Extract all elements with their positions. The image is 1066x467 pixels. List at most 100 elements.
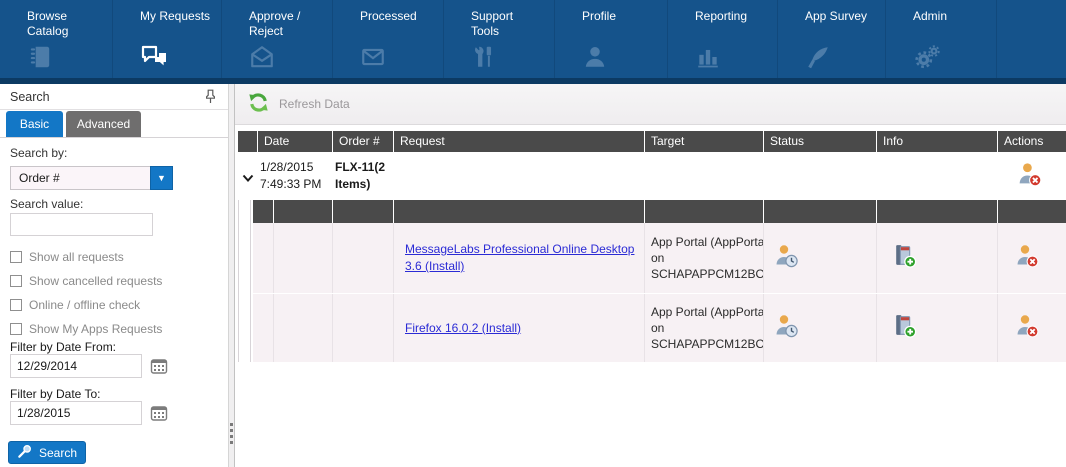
user-pending-icon: [774, 243, 800, 274]
request-link[interactable]: Firefox 16.0.2 (Install): [405, 320, 521, 337]
info-cell: [877, 223, 997, 293]
checkbox-show-cancelled-requests: Show cancelled requests: [10, 274, 222, 290]
search-by-select[interactable]: Order #: [10, 166, 151, 190]
status-cell: [764, 223, 876, 293]
catalog-book-icon: [27, 44, 55, 70]
person-icon: [582, 44, 610, 70]
search-panel-title: Search: [0, 84, 228, 110]
checkbox-show-my-apps-requests: Show My Apps Requests: [10, 322, 222, 338]
search-value-input[interactable]: [10, 213, 153, 236]
target-cell: App Portal (AppPortal) on SCHAPAPPCM12BO…: [645, 294, 763, 362]
order-date: 1/28/2015 7:49:33 PM: [260, 159, 321, 193]
th-date[interactable]: Date: [258, 131, 332, 152]
status-cell: [764, 294, 876, 362]
actions-cell: [998, 294, 1066, 362]
date-to-input[interactable]: [10, 401, 142, 425]
nav-item-label: Approve / Reject: [222, 0, 332, 39]
nav-item-browse-catalog[interactable]: Browse Catalog: [0, 0, 113, 78]
pin-panel-icon[interactable]: [205, 89, 216, 109]
open-envelope-icon: [249, 44, 277, 70]
request-link[interactable]: MessageLabs Professional Online Desktop …: [405, 241, 636, 275]
cancel-request-icon[interactable]: [1016, 161, 1043, 193]
user-pending-icon: [774, 313, 800, 344]
gears-icon: [913, 44, 941, 70]
requests-content: Refresh Data Date Order # Request Target…: [235, 84, 1066, 467]
checkbox[interactable]: [10, 251, 22, 263]
nav-item-label: Reporting: [668, 0, 777, 24]
top-navigation: Browse Catalog My Requests Approve / Rej…: [0, 0, 1066, 84]
search-button[interactable]: Search: [8, 441, 86, 464]
checkbox[interactable]: [10, 323, 22, 335]
envelope-icon: [360, 44, 388, 70]
th-target[interactable]: Target: [645, 131, 763, 152]
th-request[interactable]: Request: [394, 131, 644, 152]
nav-item-label: My Requests: [113, 0, 221, 24]
package-install-icon[interactable]: [891, 242, 918, 274]
calendar-icon[interactable]: [150, 404, 170, 424]
cancel-request-icon[interactable]: [1014, 243, 1040, 274]
nav-item-label: Profile: [555, 0, 667, 24]
search-by-label: Search by:: [10, 146, 67, 160]
checkbox[interactable]: [10, 299, 22, 311]
nav-item-reporting[interactable]: Reporting: [668, 0, 778, 78]
grid-gutter-line: [250, 200, 251, 362]
nav-item-label: App Survey: [778, 0, 885, 24]
date-to-label: Filter by Date To:: [10, 387, 100, 401]
subtable-header: [253, 200, 1066, 223]
grid-toolbar: Refresh Data: [235, 84, 1066, 125]
tools-icon: [471, 44, 499, 70]
grid-gutter-line: [238, 200, 239, 362]
nav-item-approve-reject[interactable]: Approve / Reject: [222, 0, 333, 78]
nav-item-my-requests[interactable]: My Requests: [113, 0, 222, 78]
checkbox[interactable]: [10, 275, 22, 287]
cancel-request-icon[interactable]: [1014, 313, 1040, 344]
panel-splitter[interactable]: [228, 84, 235, 467]
checkbox-label: Show My Apps Requests: [29, 322, 162, 336]
nav-item-processed[interactable]: Processed: [333, 0, 444, 78]
collapse-chevron-icon[interactable]: [242, 170, 254, 188]
info-cell: [877, 294, 997, 362]
magnifier-icon: [17, 444, 32, 462]
app-portal-window: Browse Catalog My Requests Approve / Rej…: [0, 0, 1066, 467]
nav-item-profile[interactable]: Profile: [555, 0, 668, 78]
tab-advanced[interactable]: Advanced: [66, 111, 141, 137]
bar-chart-icon: [695, 44, 723, 70]
checkbox-show-all-requests: Show all requests: [10, 250, 222, 266]
search-button-label: Search: [39, 446, 77, 460]
target-cell: App Portal (AppPortal) on SCHAPAPPCM12BO…: [645, 223, 763, 293]
package-install-icon[interactable]: [891, 312, 918, 344]
table-header: Date Order # Request Target Status Info …: [238, 131, 1066, 152]
refresh-data-label: Refresh Data: [279, 97, 350, 111]
nav-item-label: Processed: [333, 0, 443, 24]
splitter-grip[interactable]: [230, 423, 233, 445]
checkbox-label: Show all requests: [29, 250, 124, 264]
chevron-down-icon[interactable]: ▼: [150, 166, 173, 190]
nav-item-label: Admin: [886, 0, 996, 24]
refresh-data-button[interactable]: Refresh Data: [240, 88, 356, 120]
nav-item-app-survey[interactable]: App Survey: [778, 0, 886, 78]
table-row: Firefox 16.0.2 (Install) App Portal (App…: [253, 294, 1066, 362]
date-from-label: Filter by Date From:: [10, 340, 116, 354]
checkbox-label: Online / offline check: [29, 298, 140, 312]
date-from-input[interactable]: [10, 354, 142, 378]
refresh-icon: [246, 90, 271, 118]
th-actions[interactable]: Actions: [998, 131, 1066, 152]
quill-pen-icon: [805, 44, 833, 70]
order-number: FLX-11(2 Items): [335, 159, 385, 193]
th-info[interactable]: Info: [877, 131, 997, 152]
nav-item-admin[interactable]: Admin: [886, 0, 997, 78]
order-group-row: 1/28/2015 7:49:33 PM FLX-11(2 Items): [238, 152, 1066, 200]
search-value-label: Search value:: [10, 197, 83, 211]
calendar-icon[interactable]: [150, 357, 170, 377]
nav-item-label: Support Tools: [444, 0, 554, 39]
th-status[interactable]: Status: [764, 131, 876, 152]
th-order[interactable]: Order #: [333, 131, 393, 152]
search-tabs: Basic Advanced: [0, 111, 228, 138]
checkbox-online-offline-check: Online / offline check: [10, 298, 222, 314]
actions-cell: [998, 223, 1066, 293]
chat-bubbles-icon: [140, 44, 168, 70]
nav-item-support-tools[interactable]: Support Tools: [444, 0, 555, 78]
th-expander: [238, 131, 257, 152]
tab-basic[interactable]: Basic: [6, 111, 63, 137]
search-panel: Search Basic Advanced Search by: Order #…: [0, 84, 228, 467]
